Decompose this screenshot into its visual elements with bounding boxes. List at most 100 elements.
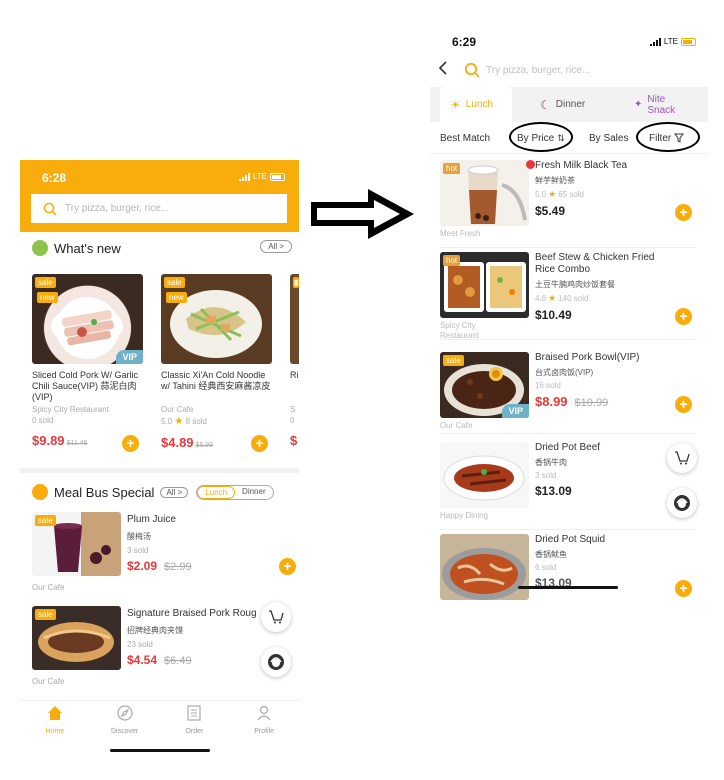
list-item[interactable]: hot Beef Stew & Chicken Fried Rice Combo…	[440, 248, 696, 340]
price-row: $5.49	[535, 204, 675, 218]
product-name: Sliced Cold Pork W/ Garlic Chili Sauce(V…	[32, 370, 139, 402]
status-indicators: LTE	[649, 37, 696, 46]
item-name: Plum Juice	[127, 514, 176, 525]
product-card[interactable]: sale new VIP Sliced Cold Pork W/ Garlic …	[32, 274, 143, 452]
all-button[interactable]: All >	[260, 240, 292, 253]
home-indicator	[110, 749, 210, 752]
price: $	[290, 433, 298, 448]
sparkle-icon: ✦	[634, 99, 643, 110]
price-row: $8.99 $10.99	[535, 394, 675, 409]
sort-best-match[interactable]: Best Match	[440, 122, 490, 154]
dried-pot-squid-illustration	[442, 548, 526, 600]
customer-service-button[interactable]	[667, 488, 697, 518]
home-icon	[47, 706, 62, 720]
tab-profile[interactable]: Profile	[234, 701, 294, 740]
old-price: $5.99	[195, 442, 214, 449]
moon-icon: ☾	[540, 97, 551, 112]
add-to-cart-button[interactable]: +	[675, 204, 692, 221]
highlight-circle-by-price	[509, 122, 573, 152]
highlight-circle-filter	[636, 122, 700, 152]
sold-count: 3 sold	[535, 471, 557, 480]
toggle-lunch[interactable]: Lunch	[197, 485, 236, 499]
sort-label: Best Match	[440, 132, 491, 144]
add-to-cart-button[interactable]: +	[251, 435, 268, 452]
add-to-cart-button[interactable]: +	[675, 396, 692, 413]
lunch-dinner-toggle[interactable]: Lunch Dinner	[196, 484, 274, 500]
sold-count: 23 sold	[127, 640, 153, 649]
tab-discover[interactable]: Discover	[95, 701, 155, 740]
cart-button[interactable]	[261, 602, 291, 632]
star-icon: ★	[548, 293, 557, 303]
list-item[interactable]: Dried Pot Squid 香锅鱿鱼 6 sold $13.09 +	[440, 530, 696, 600]
customer-service-button[interactable]	[261, 647, 291, 677]
sold-count: 0	[290, 416, 295, 425]
item-info: Braised Pork Bowl(VIP) 台式卤肉饭(VIP) 16 sol…	[535, 352, 675, 409]
list-item[interactable]: sale Plum Juice 酸梅汤 3 sold $2.09 $2.99 +…	[32, 512, 296, 602]
chevron-left-icon	[438, 60, 447, 75]
add-to-cart-button[interactable]: +	[675, 308, 692, 325]
search-icon	[464, 62, 480, 78]
header-bar: 6:28 LTE	[20, 160, 299, 232]
restaurant-name: Our Cafe	[161, 405, 194, 414]
back-button[interactable]	[430, 60, 456, 80]
item-info: Plum Juice 酸梅汤 3 sold $2.09 $2.99	[127, 514, 277, 573]
search-input[interactable]	[486, 64, 686, 76]
tab-lunch[interactable]: ☀ Lunch	[440, 87, 512, 122]
star-icon: ★	[548, 189, 557, 199]
new-badge: new	[37, 292, 58, 303]
whats-new-header: What's new All >	[32, 238, 292, 258]
add-to-cart-button[interactable]: +	[675, 580, 692, 597]
food-image: hot	[440, 252, 529, 318]
item-name: Signature Braised Pork Roug	[127, 608, 257, 619]
list-item[interactable]: hot Fresh Milk Black Tea 鲜芋鲜奶茶 5.0 ★ 65 …	[440, 156, 696, 248]
headset-icon	[268, 654, 284, 670]
add-to-cart-button[interactable]: +	[122, 435, 139, 452]
home-indicator	[518, 586, 618, 589]
whats-new-icon	[32, 240, 48, 256]
search-input[interactable]	[65, 203, 265, 214]
signal-icon	[649, 37, 661, 46]
tab-label: Order	[185, 728, 204, 735]
rating-row: 5.0 ★ 8 sold	[161, 416, 272, 427]
rating-value: 4.8	[535, 294, 547, 303]
dried-pot-beef-illustration	[443, 455, 525, 501]
item-info: Fresh Milk Black Tea 鲜芋鲜奶茶 5.0 ★ 65 sold…	[535, 160, 675, 218]
hot-badge: hot	[443, 163, 461, 174]
list-item[interactable]: sale VIP Braised Pork Bowl(VIP) 台式卤肉饭(VI…	[440, 348, 696, 434]
tab-order[interactable]: Order	[164, 701, 224, 740]
list-item[interactable]: sale Signature Braised Pork Roug 招牌经典肉夹馍…	[32, 606, 294, 696]
rating-row: 4.8 ★ 140 sold	[535, 293, 675, 304]
list-item[interactable]: Dried Pot Beef 香锅牛肉 3 sold $13.09 Happy …	[440, 438, 696, 530]
cart-icon	[269, 610, 284, 624]
price: $5.49	[535, 204, 566, 218]
sort-by-sales[interactable]: By Sales	[589, 122, 628, 154]
food-image	[440, 442, 529, 508]
all-button[interactable]: All >	[160, 486, 189, 498]
toggle-dinner[interactable]: Dinner	[235, 486, 273, 499]
battery-icon	[681, 37, 696, 46]
product-card[interactable]: sale new Classic Xi'An Cold Noodle w/ Ta…	[161, 274, 272, 452]
price-row: $13.09	[535, 484, 675, 498]
tab-label: Lunch	[465, 99, 494, 110]
price: $4.54	[127, 653, 158, 667]
sold-count: 0 sold	[32, 416, 54, 425]
hot-marker-icon	[526, 160, 535, 169]
cart-button[interactable]	[667, 443, 697, 473]
compass-icon	[117, 705, 133, 721]
product-card[interactable]: ▮ Ri W 麋 S 0 $	[290, 274, 299, 448]
order-list-icon	[187, 705, 201, 721]
tab-nite-snack[interactable]: ✦ Nite Snack	[634, 87, 679, 122]
tab-home[interactable]: Home	[25, 701, 85, 740]
old-price: $6.49	[164, 655, 192, 667]
rating-value: 5.0	[535, 190, 547, 199]
restaurant-name: Happy Dining	[440, 511, 489, 520]
search-bar[interactable]	[31, 194, 287, 223]
tab-dinner[interactable]: ☾ Dinner	[540, 87, 585, 122]
tab-label: Discover	[111, 728, 139, 735]
rating-row: 5.0 ★ 65 sold	[535, 189, 675, 200]
price: $8.99	[535, 394, 568, 409]
search-icon	[43, 202, 57, 216]
food-image: ▮	[290, 274, 299, 364]
add-to-cart-button[interactable]: +	[279, 558, 296, 575]
restaurant-name: Our Cafe	[32, 677, 65, 686]
